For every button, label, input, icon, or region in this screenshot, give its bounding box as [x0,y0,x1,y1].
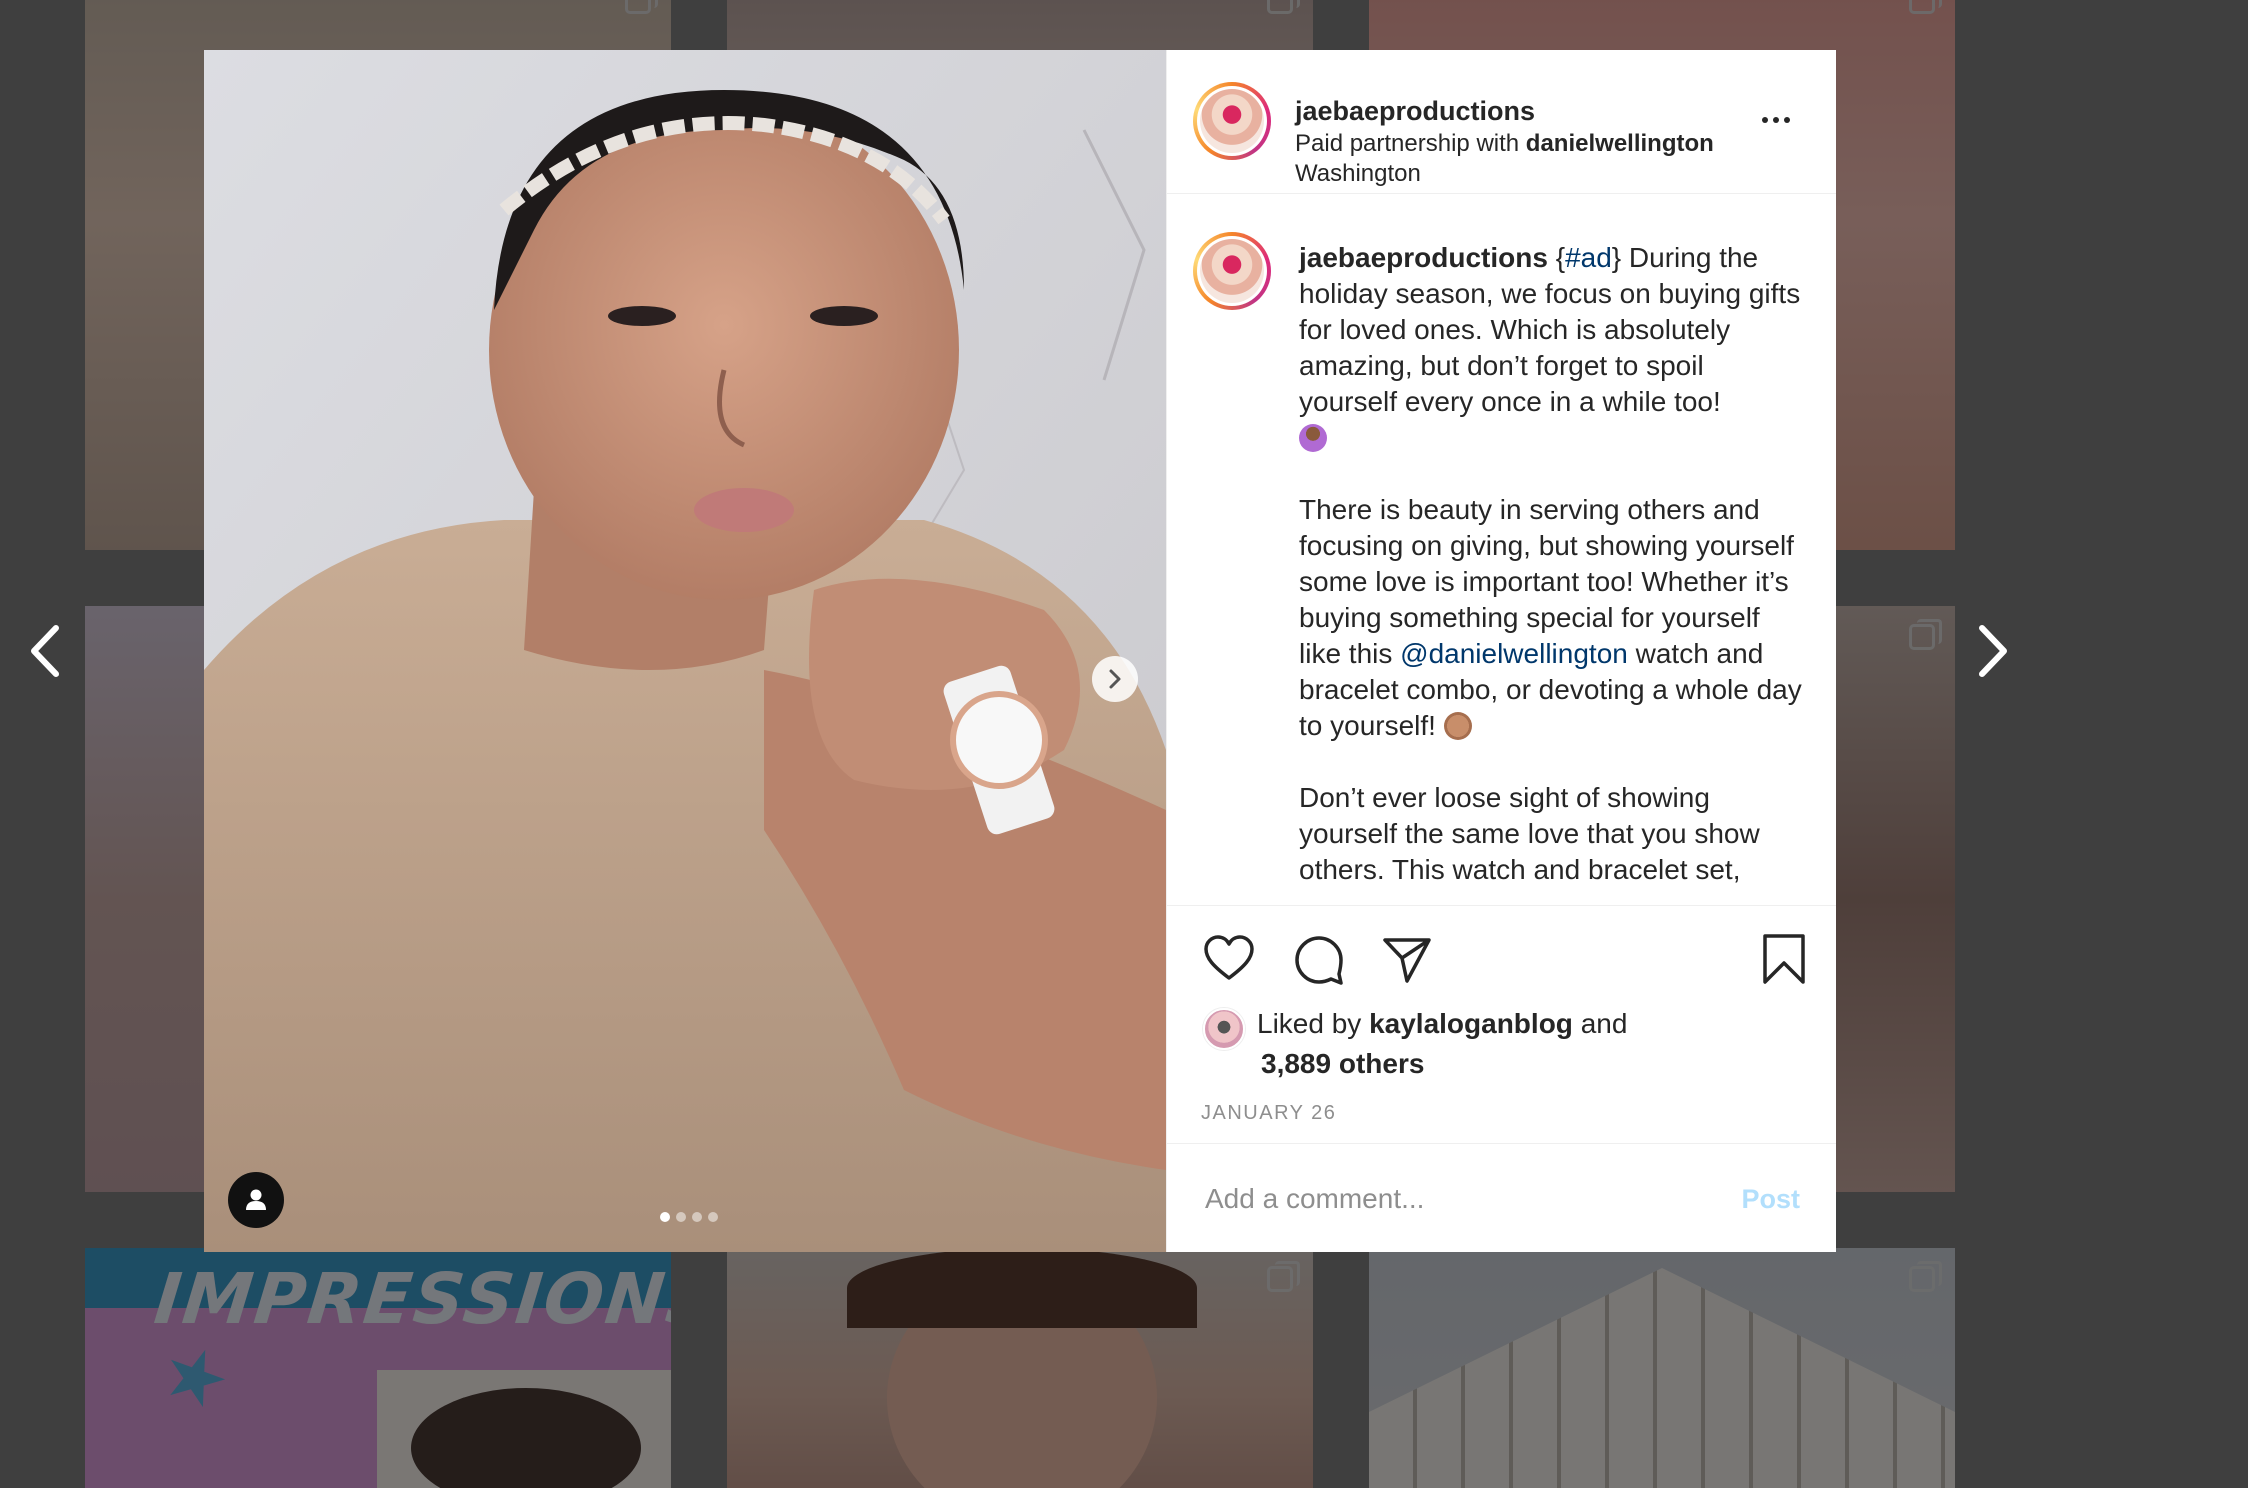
multiple-photos-icon [1909,0,1942,14]
heart-icon[interactable] [1203,934,1255,982]
comment-box: Post [1167,1144,1836,1252]
liked-by-text: Liked by kaylaloganblog and [1257,1008,1627,1040]
caption-text: Don’t ever loose sight of showing yourse… [1299,782,1768,885]
chevron-right-icon [1109,669,1121,689]
grid-post[interactable] [1369,1248,1955,1488]
mention-link[interactable]: @danielwellington [1400,638,1628,669]
location-link[interactable]: Washington [1295,160,1421,188]
user-tag-icon [246,1189,266,1210]
bookmark-icon[interactable] [1761,932,1807,986]
share-icon[interactable] [1381,934,1433,984]
paid-partnership-label: Paid partnership with danielwellington [1295,130,1714,158]
hashtag-link[interactable]: #ad [1565,242,1612,273]
woman-tipping-hand-emoji [1299,424,1327,452]
grid-post[interactable]: IMPRESSIONS! [85,1248,671,1488]
post-caption: jaebaeproductions {#ad} During the holid… [1299,240,1809,888]
tile-text: IMPRESSIONS! [150,1258,671,1340]
clapping-hands-emoji [1443,712,1472,740]
liked-by-prefix: Liked by [1257,1008,1362,1039]
post-comment-button[interactable]: Post [1741,1184,1800,1215]
liker-avatar[interactable] [1203,1008,1245,1050]
carousel-dot [692,1212,702,1222]
multiple-photos-icon [625,0,658,14]
multiple-photos-icon [1909,1261,1942,1292]
caption-avatar[interactable] [1193,232,1271,310]
post-media [204,50,1166,1252]
carousel-indicator [660,1212,718,1222]
multiple-photos-icon [1909,619,1942,650]
likes-count-link[interactable]: 3,889 others [1261,1048,1424,1080]
carousel-dot [660,1212,670,1222]
post-header: jaebaeproductions Paid partnership with … [1167,50,1836,194]
post-modal: jaebaeproductions Paid partnership with … [204,50,1836,1252]
chevron-left-icon [31,625,59,677]
author-avatar[interactable] [1193,82,1271,160]
next-photo-button[interactable] [1092,656,1138,702]
more-icon [1762,117,1768,123]
post-actions: Liked by kaylaloganblog and 3,889 others… [1167,906,1836,1144]
carousel-dot [708,1212,718,1222]
more-options-button[interactable] [1756,110,1796,130]
caption-text: { [1555,242,1566,273]
author-username[interactable]: jaebaeproductions [1295,96,1535,127]
previous-post-button[interactable] [20,616,70,686]
liker-username[interactable]: kaylaloganblog [1369,1008,1573,1039]
tagged-users-button[interactable] [228,1172,284,1228]
comment-input[interactable] [1203,1174,1707,1224]
partnership-prefix: Paid partnership with [1295,130,1520,157]
carousel-dot [676,1212,686,1222]
next-post-button[interactable] [1968,616,2018,686]
post-sidebar: jaebaeproductions Paid partnership with … [1166,50,1836,1252]
grid-post[interactable] [727,1248,1313,1488]
liked-by-connector: and [1580,1008,1628,1039]
multiple-photos-icon [1267,1261,1300,1292]
comment-icon[interactable] [1293,934,1345,986]
caption-username[interactable]: jaebaeproductions [1299,242,1548,273]
post-date[interactable]: JANUARY 26 [1201,1102,1336,1125]
post-photo [204,50,1166,1252]
partner-link[interactable]: danielwellington [1526,130,1714,157]
caption-area: jaebaeproductions {#ad} During the holid… [1167,194,1836,906]
multiple-photos-icon [1267,0,1300,14]
chevron-right-icon [1979,625,2007,677]
